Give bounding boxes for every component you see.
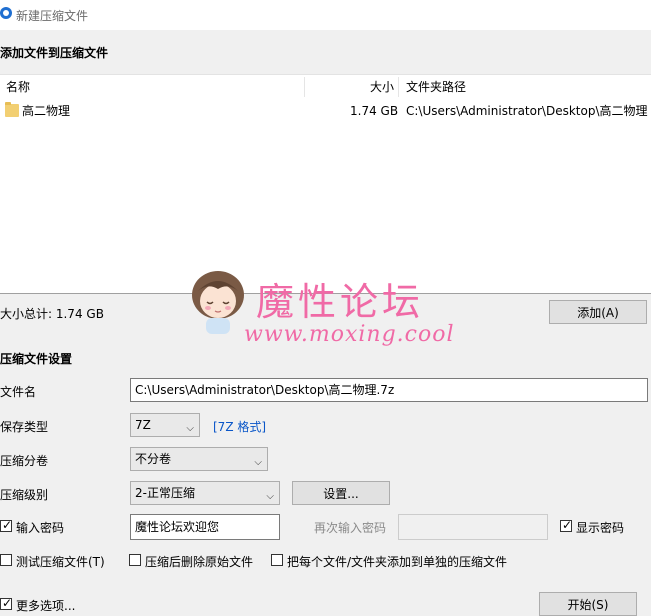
watermark-title: 魔性论坛: [256, 280, 425, 324]
more-options-checkbox[interactable]: ✓: [0, 596, 13, 610]
column-header-name[interactable]: 名称: [6, 75, 30, 99]
separate-archives-checkbox[interactable]: [271, 554, 283, 566]
split-value: 不分卷: [135, 452, 172, 466]
check-icon: ✓: [2, 596, 13, 610]
check-icon: ✓: [562, 518, 573, 532]
add-files-heading: 添加文件到压缩文件: [0, 46, 109, 60]
more-options-label[interactable]: 更多选项...: [16, 597, 75, 614]
split-label: 压缩分卷: [0, 454, 49, 468]
title-bar: 新建压缩文件: [0, 0, 651, 30]
filename-label: 文件名: [0, 385, 37, 399]
save-type-value: 7Z: [135, 418, 151, 432]
level-label: 压缩级别: [0, 488, 49, 502]
save-type-select[interactable]: 7Z ⌵: [130, 413, 200, 437]
folder-icon: [5, 102, 19, 117]
reenter-password-input[interactable]: [398, 514, 548, 540]
watermark-url: www.moxing.cool: [244, 322, 455, 347]
window-title: 新建压缩文件: [16, 9, 89, 23]
split-select[interactable]: 不分卷 ⌵: [130, 447, 268, 471]
column-divider[interactable]: [304, 77, 305, 97]
file-size: 1.74 GB: [350, 104, 399, 118]
show-password-label[interactable]: 显示密码: [576, 519, 624, 536]
format-link[interactable]: [7Z 格式]: [213, 418, 266, 435]
filename-input[interactable]: C:\Users\Administrator\Desktop\高二物理.7z: [130, 378, 648, 402]
app-icon: [0, 7, 12, 19]
chevron-down-icon: ⌵: [254, 457, 262, 468]
delete-after-label[interactable]: 压缩后删除原始文件: [145, 553, 253, 570]
column-header-path[interactable]: 文件夹路径: [406, 75, 466, 99]
password-checkbox[interactable]: ✓: [0, 518, 13, 532]
column-header-size[interactable]: 大小: [370, 75, 394, 99]
table-row[interactable]: 高二物理 1.74 GB C:\Users\Administrator\Desk…: [0, 99, 651, 123]
save-type-label: 保存类型: [0, 420, 49, 434]
chevron-down-icon: ⌵: [266, 491, 274, 502]
settings-button[interactable]: 设置...: [292, 481, 390, 505]
file-list[interactable]: 名称 大小 文件夹路径 高二物理 1.74 GB C:\Users\Admini…: [0, 74, 651, 334]
separate-archives-label[interactable]: 把每个文件/文件夹添加到单独的压缩文件: [287, 553, 507, 570]
check-icon: ✓: [2, 518, 13, 532]
delete-after-checkbox[interactable]: [129, 554, 141, 566]
password-input[interactable]: 魔性论坛欢迎您: [130, 514, 280, 540]
test-archive-checkbox[interactable]: [0, 554, 12, 566]
password-checkbox-label[interactable]: 输入密码: [16, 519, 64, 536]
add-button[interactable]: 添加(A): [549, 300, 647, 324]
show-password-checkbox[interactable]: ✓: [560, 518, 573, 532]
column-divider[interactable]: [398, 77, 399, 97]
test-archive-label[interactable]: 测试压缩文件(T): [16, 553, 105, 570]
chevron-down-icon: ⌵: [186, 423, 194, 434]
start-button[interactable]: 开始(S): [539, 592, 637, 616]
settings-heading: 压缩文件设置: [0, 352, 73, 366]
total-size-label: 大小总计: 1.74 GB: [0, 307, 104, 321]
file-name: 高二物理: [22, 104, 71, 118]
reenter-password-label: 再次输入密码: [314, 521, 387, 535]
level-select[interactable]: 2-正常压缩 ⌵: [130, 481, 280, 505]
watermark-avatar-icon: [188, 267, 248, 337]
file-path: C:\Users\Administrator\Desktop\高二物理: [406, 104, 648, 118]
level-value: 2-正常压缩: [135, 486, 195, 500]
